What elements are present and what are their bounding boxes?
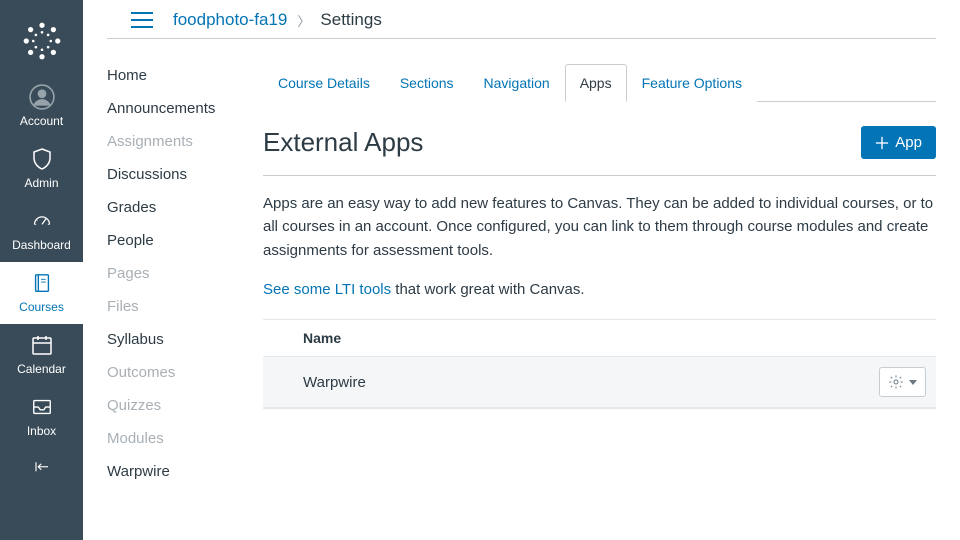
nav-inbox[interactable]: Inbox [0, 386, 83, 448]
nav-account[interactable]: Account [0, 76, 83, 138]
add-app-label: App [895, 134, 922, 151]
tab-apps[interactable]: Apps [565, 64, 627, 102]
breadcrumb-current: Settings [320, 10, 381, 30]
lti-tools-link[interactable]: See some LTI tools [263, 281, 391, 298]
canvas-logo-icon [21, 20, 63, 62]
hamburger-button[interactable] [131, 12, 153, 28]
lti-line: See some LTI tools that work great with … [263, 278, 936, 301]
course-nav-quizzes[interactable]: Quizzes [107, 389, 253, 422]
app-name-cell: Warpwire [303, 374, 366, 391]
collapse-nav-button[interactable] [0, 448, 83, 490]
tab-navigation[interactable]: Navigation [469, 64, 565, 102]
course-nav-home[interactable]: Home [107, 59, 253, 92]
course-nav-modules[interactable]: Modules [107, 422, 253, 455]
nav-label: Calendar [17, 362, 66, 376]
course-nav-outcomes[interactable]: Outcomes [107, 356, 253, 389]
table-row: Warpwire [263, 357, 936, 408]
tab-course-details[interactable]: Course Details [263, 64, 385, 102]
chevron-right-icon: 〉 [297, 11, 310, 30]
main-area: foodphoto-fa19 〉 Settings Home Announcem… [83, 0, 960, 540]
collapse-left-icon [30, 460, 54, 478]
content-pane: Course Details Sections Navigation Apps … [253, 39, 960, 540]
shield-icon [29, 146, 55, 172]
apps-table: Name Warpwire [263, 319, 936, 409]
course-nav-files[interactable]: Files [107, 290, 253, 323]
app-settings-button[interactable] [879, 367, 926, 397]
caret-down-icon [909, 380, 917, 385]
section-header: External Apps App [263, 126, 936, 176]
lti-suffix: that work great with Canvas. [391, 281, 584, 298]
column-name: Name [303, 330, 341, 346]
add-app-button[interactable]: App [861, 126, 936, 159]
avatar-icon [29, 84, 55, 110]
nav-dashboard[interactable]: Dashboard [0, 200, 83, 262]
settings-tabs: Course Details Sections Navigation Apps … [263, 63, 936, 102]
nav-courses[interactable]: Courses [0, 262, 83, 324]
global-nav: Account Admin Dashboard Courses Calendar… [0, 0, 83, 540]
tab-feature-options[interactable]: Feature Options [627, 64, 757, 102]
course-nav-grades[interactable]: Grades [107, 191, 253, 224]
course-nav-discussions[interactable]: Discussions [107, 158, 253, 191]
apps-description: Apps are an easy way to add new features… [263, 192, 936, 262]
canvas-logo[interactable] [21, 20, 63, 62]
page-header: foodphoto-fa19 〉 Settings [107, 0, 936, 39]
nav-calendar[interactable]: Calendar [0, 324, 83, 386]
course-nav: Home Announcements Assignments Discussio… [83, 39, 253, 540]
course-nav-assignments[interactable]: Assignments [107, 125, 253, 158]
nav-label: Admin [24, 176, 58, 190]
book-icon [29, 270, 55, 296]
course-nav-warpwire[interactable]: Warpwire [107, 455, 253, 488]
breadcrumb: foodphoto-fa19 〉 Settings [173, 10, 382, 30]
nav-label: Courses [19, 300, 64, 314]
calendar-icon [29, 332, 55, 358]
course-nav-announcements[interactable]: Announcements [107, 92, 253, 125]
page-title: External Apps [263, 127, 423, 158]
course-nav-pages[interactable]: Pages [107, 257, 253, 290]
nav-label: Inbox [27, 424, 56, 438]
tab-sections[interactable]: Sections [385, 64, 469, 102]
nav-admin[interactable]: Admin [0, 138, 83, 200]
speedometer-icon [29, 208, 55, 234]
table-header: Name [263, 320, 936, 357]
nav-label: Account [20, 114, 63, 128]
content-row: Home Announcements Assignments Discussio… [83, 39, 960, 540]
course-nav-syllabus[interactable]: Syllabus [107, 323, 253, 356]
nav-label: Dashboard [12, 238, 71, 252]
breadcrumb-course-link[interactable]: foodphoto-fa19 [173, 10, 287, 30]
plus-icon [875, 136, 889, 150]
inbox-icon [29, 394, 55, 420]
gear-icon [888, 374, 904, 390]
course-nav-people[interactable]: People [107, 224, 253, 257]
